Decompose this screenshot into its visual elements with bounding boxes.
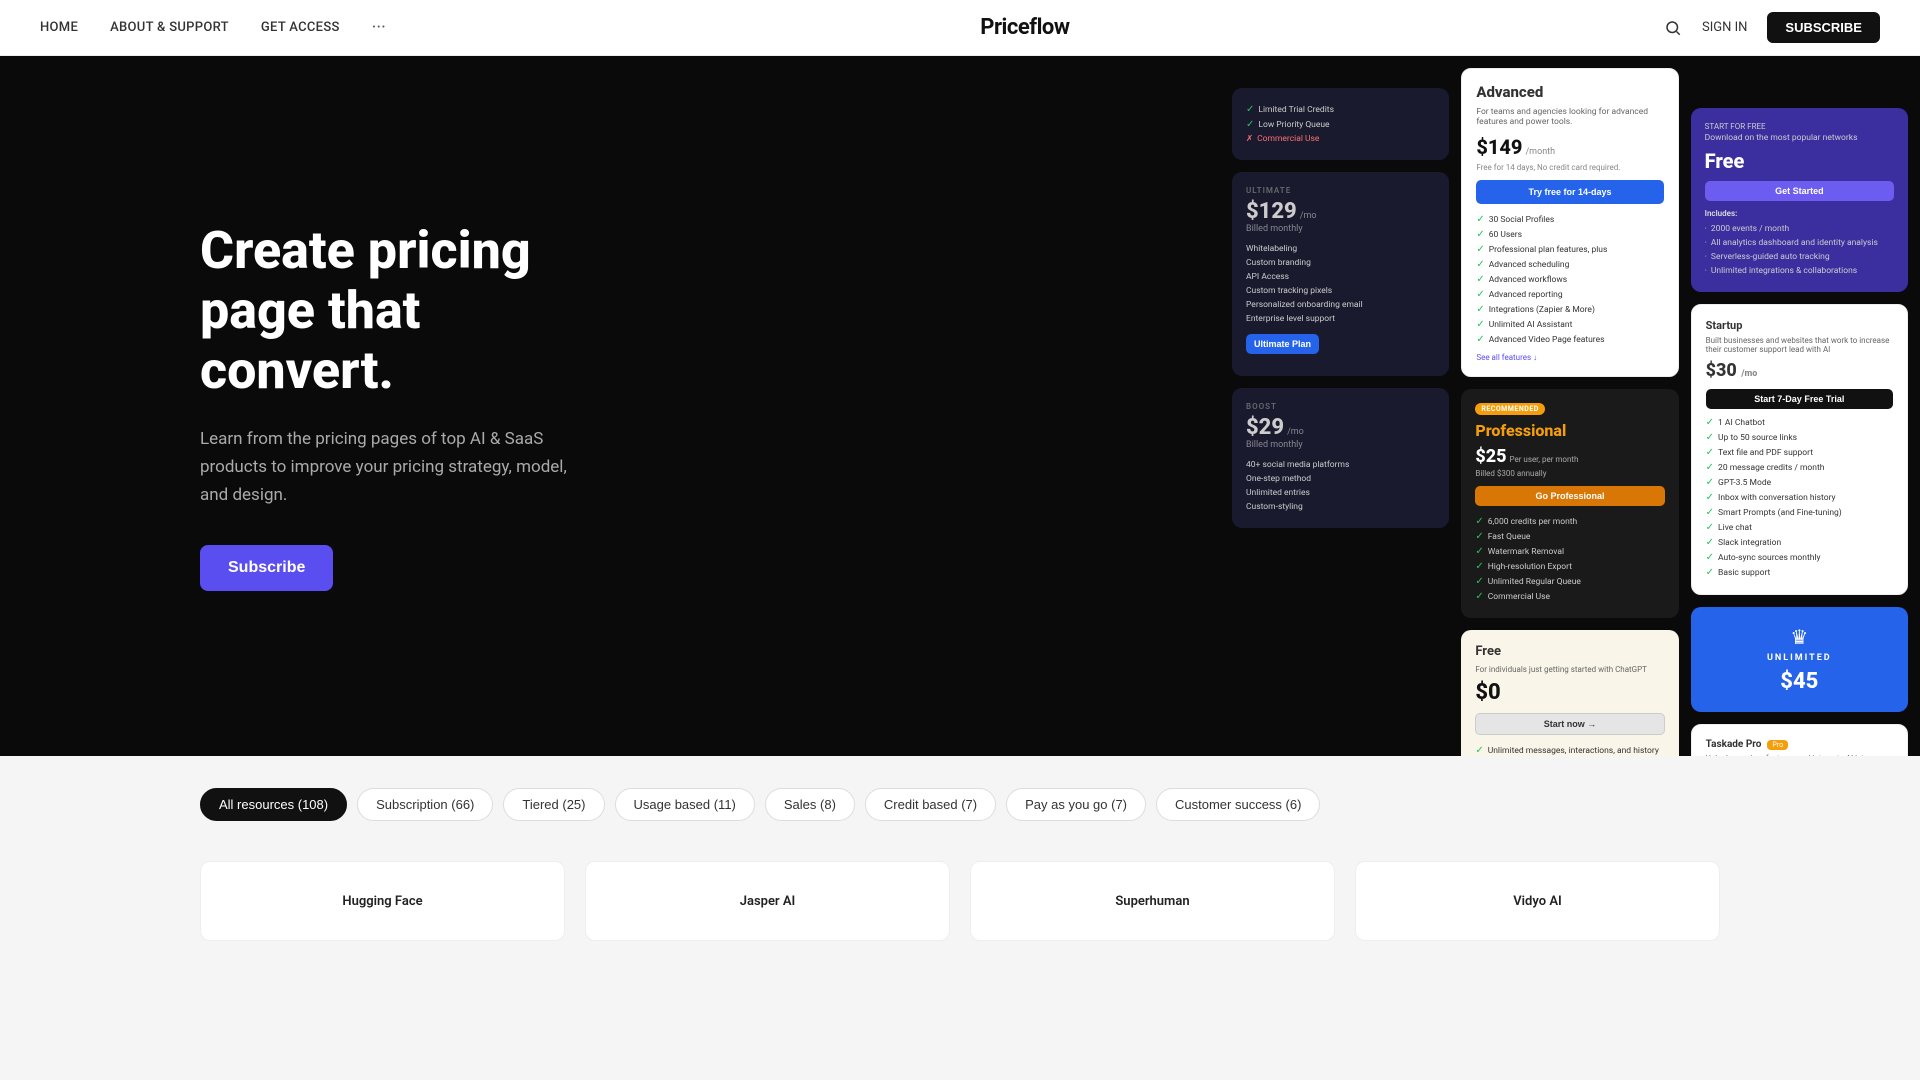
pricing-card-startup: Startup Built businesses and websites th… xyxy=(1691,304,1908,595)
hero-section: Create pricing page that convert. Learn … xyxy=(0,56,1920,756)
nav-more[interactable]: ··· xyxy=(372,17,386,38)
startup-trial-button[interactable]: Start 7-Day Free Trial xyxy=(1706,389,1893,409)
filter-tabs: All resources (108) Subscription (66) Ti… xyxy=(200,788,1720,821)
filter-tiered[interactable]: Tiered (25) xyxy=(503,788,604,821)
resource-card-vidyo[interactable]: Vidyo AI xyxy=(1355,861,1720,941)
filter-section: All resources (108) Subscription (66) Ti… xyxy=(0,756,1920,845)
subscribe-button[interactable]: SUBSCRIBE xyxy=(1767,12,1880,43)
pricing-card-advanced: Advanced For teams and agencies looking … xyxy=(1461,68,1678,377)
ultimate-plan-button[interactable]: Ultimate Plan xyxy=(1246,334,1319,354)
filter-payg[interactable]: Pay as you go (7) xyxy=(1006,788,1146,821)
pricing-cards-mosaic: ✓ Limited Trial Credits ✓ Low Priority Q… xyxy=(1220,56,1920,756)
professional-button[interactable]: Go Professional xyxy=(1475,486,1664,506)
pricing-card-taskade: Taskade Pro Pro Unlock premium features … xyxy=(1691,724,1908,756)
nav-links: HOME ABOUT & SUPPORT GET ACCESS ··· xyxy=(40,17,386,38)
pricing-card-ultimate: ULTIMATE $129 /mo Billed monthly Whitela… xyxy=(1232,172,1449,376)
nav-home[interactable]: HOME xyxy=(40,20,78,35)
nav-right: SIGN IN SUBSCRIBE xyxy=(1664,12,1880,43)
resource-card-hugging[interactable]: Hugging Face xyxy=(200,861,565,941)
pricing-card-free-chatgpt: Free For individuals just getting starte… xyxy=(1461,630,1678,756)
resource-grid: Hugging Face Jasper AI Superhuman Vidyo … xyxy=(0,845,1920,981)
navbar: HOME ABOUT & SUPPORT GET ACCESS ··· Pric… xyxy=(0,0,1920,56)
filter-customer[interactable]: Customer success (6) xyxy=(1156,788,1320,821)
free-start-button[interactable]: Start now → xyxy=(1475,713,1664,735)
pricing-card-unlimited: ♛ UNLIMITED $45 xyxy=(1691,607,1908,712)
hero-title: Create pricing page that convert. xyxy=(200,221,580,400)
filter-all[interactable]: All resources (108) xyxy=(200,788,347,821)
hero-cta-button[interactable]: Subscribe xyxy=(200,545,333,591)
hero-description: Learn from the pricing pages of top AI &… xyxy=(200,425,580,509)
filter-subscription[interactable]: Subscription (66) xyxy=(357,788,493,821)
free-getstarted-button[interactable]: Get Started xyxy=(1705,181,1894,201)
filter-usage[interactable]: Usage based (11) xyxy=(615,788,755,821)
hero-content: Create pricing page that convert. Learn … xyxy=(0,141,580,671)
brand-logo: Priceflow xyxy=(980,15,1069,40)
search-icon[interactable] xyxy=(1664,19,1682,37)
nav-about[interactable]: ABOUT & SUPPORT xyxy=(110,20,229,35)
nav-access[interactable]: GET ACCESS xyxy=(261,20,340,35)
pricing-card-boost: BOOST $29 /mo Billed monthly 40+ social … xyxy=(1232,388,1449,528)
sign-in-button[interactable]: SIGN IN xyxy=(1702,20,1747,35)
resource-card-jasper[interactable]: Jasper AI xyxy=(585,861,950,941)
filter-sales[interactable]: Sales (8) xyxy=(765,788,855,821)
resource-card-superhuman[interactable]: Superhuman xyxy=(970,861,1335,941)
pricing-card-free-purple: START FOR FREE Download on the most popu… xyxy=(1691,108,1908,292)
filter-credit[interactable]: Credit based (7) xyxy=(865,788,996,821)
advanced-trial-button[interactable]: Try free for 14-days xyxy=(1476,180,1663,204)
pricing-card-professional: Recommended Professional $25 Per user, p… xyxy=(1461,389,1678,618)
pricing-card-trial: ✓ Limited Trial Credits ✓ Low Priority Q… xyxy=(1232,88,1449,160)
